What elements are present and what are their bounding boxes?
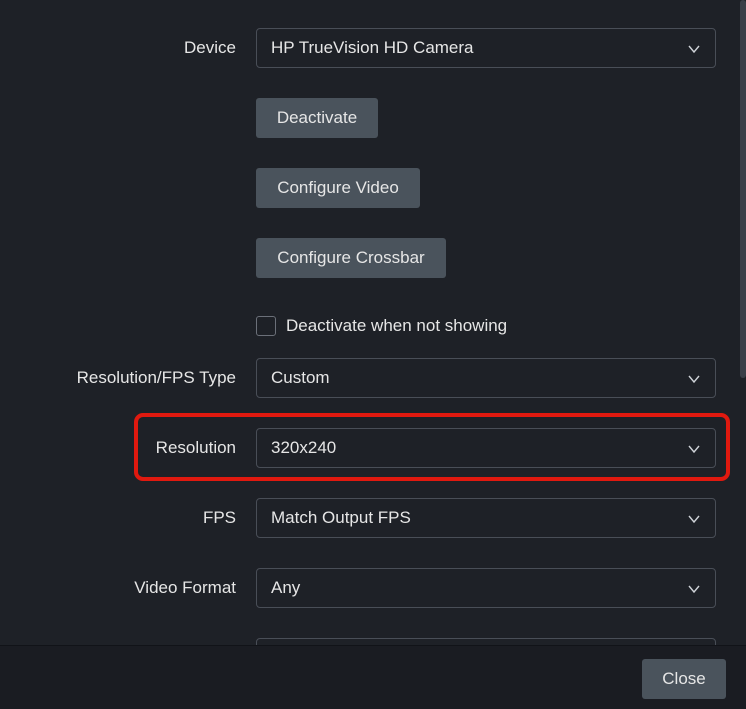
device-value: HP TrueVision HD Camera xyxy=(271,38,474,57)
close-button[interactable]: Close xyxy=(642,659,726,699)
fps-value: Match Output FPS xyxy=(271,508,411,527)
resolution-dropdown[interactable]: 320x240 xyxy=(256,428,716,468)
configure-crossbar-button[interactable]: Configure Crossbar xyxy=(256,238,446,278)
vertical-scrollbar[interactable] xyxy=(738,0,746,645)
fps-label: FPS xyxy=(202,508,236,527)
deactivate-button[interactable]: Deactivate xyxy=(256,98,378,138)
chevron-down-icon xyxy=(688,45,700,54)
checkbox-box[interactable] xyxy=(256,316,276,336)
resolution-fps-type-dropdown[interactable]: Custom xyxy=(256,358,716,398)
configure-video-button[interactable]: Configure Video xyxy=(256,168,420,208)
chevron-down-icon xyxy=(688,585,700,594)
resolution-label: Resolution xyxy=(155,438,236,457)
checkbox-label: Deactivate when not showing xyxy=(286,316,508,335)
dialog-footer: Close xyxy=(0,645,746,709)
scrollbar-thumb[interactable] xyxy=(740,0,746,378)
device-dropdown[interactable]: HP TrueVision HD Camera xyxy=(256,28,716,68)
chevron-down-icon xyxy=(688,445,700,454)
properties-panel: Device HP TrueVision HD Camera Deactivat… xyxy=(0,0,738,645)
chevron-down-icon xyxy=(688,375,700,384)
deactivate-when-not-showing-checkbox[interactable]: Deactivate when not showing xyxy=(256,316,507,336)
resolution-value: 320x240 xyxy=(271,438,337,457)
next-dropdown-partial[interactable] xyxy=(256,638,716,645)
device-label: Device xyxy=(184,38,236,57)
video-format-label: Video Format xyxy=(134,578,236,597)
fps-dropdown[interactable]: Match Output FPS xyxy=(256,498,716,538)
video-format-value: Any xyxy=(271,578,301,597)
resolution-fps-type-label: Resolution/FPS Type xyxy=(76,368,236,387)
chevron-down-icon xyxy=(688,515,700,524)
video-format-dropdown[interactable]: Any xyxy=(256,568,716,608)
resolution-fps-type-value: Custom xyxy=(271,368,330,387)
